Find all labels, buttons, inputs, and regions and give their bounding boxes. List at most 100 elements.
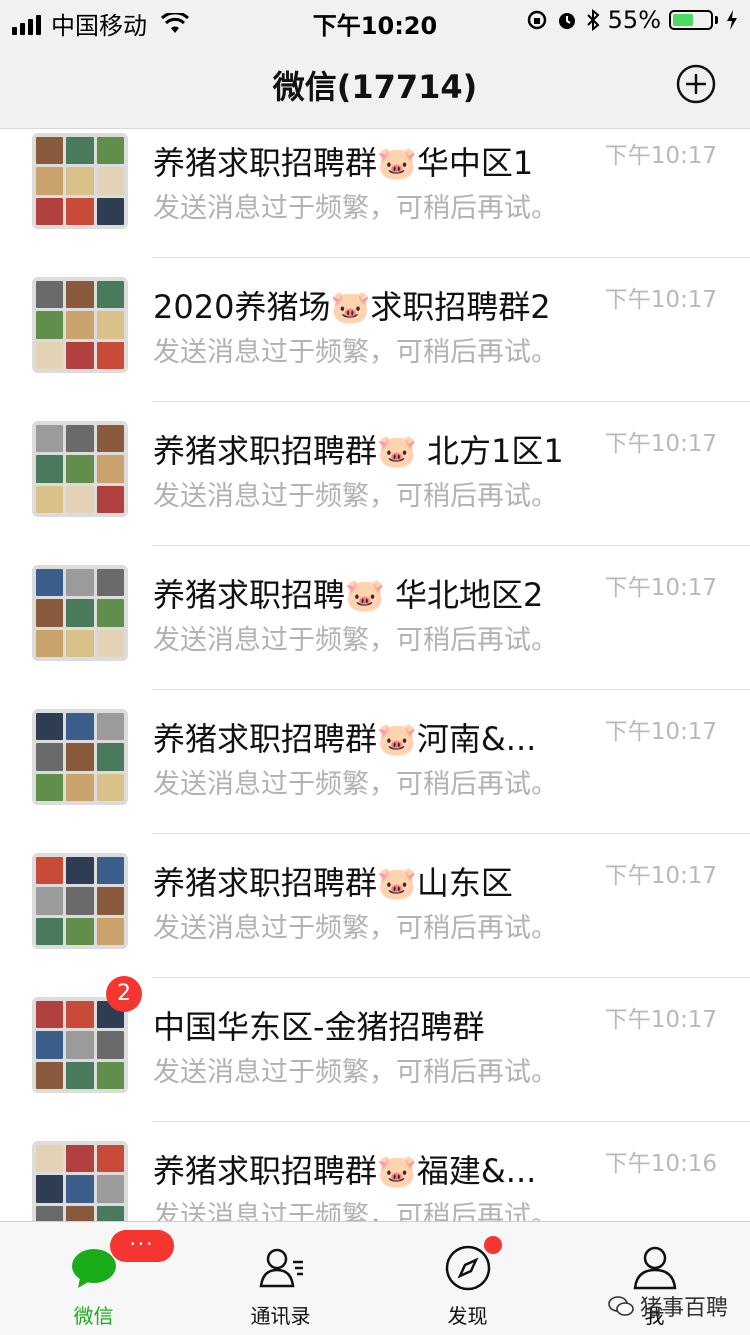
chat-last-message: 发送消息过于频繁，可稍后再试。: [153, 481, 558, 512]
avatar-tile: [36, 1031, 64, 1059]
avatar-tile: [66, 485, 94, 513]
chat-list-item[interactable]: 养猪求职招聘群🐷 北方1区1 发送消息过于频繁，可稍后再试。 下午10:17: [0, 402, 750, 546]
avatar-tile: [66, 887, 94, 915]
avatar-tile: [36, 341, 64, 369]
avatar-tile: [66, 713, 94, 741]
group-avatar: [32, 853, 128, 949]
avatar-tile: [36, 311, 64, 339]
chat-time: 下午10:17: [604, 287, 717, 313]
avatar-tile: [66, 455, 94, 483]
chat-last-message: 发送消息过于频繁，可稍后再试。: [153, 913, 558, 944]
chat-last-message: 发送消息过于频繁，可稍后再试。: [153, 337, 558, 368]
chat-name: 养猪求职招聘群🐷河南&...: [153, 720, 537, 758]
plus-circle-icon[interactable]: [676, 64, 716, 104]
group-avatar: [32, 421, 128, 517]
tab-discover[interactable]: 发现: [374, 1222, 561, 1335]
chat-last-message: 发送消息过于频繁，可稍后再试。: [153, 625, 558, 656]
avatar-tile: [96, 341, 124, 369]
avatar-tile: [36, 1145, 64, 1173]
chat-time: 下午10:17: [604, 719, 717, 745]
avatar-tile: [36, 917, 64, 945]
avatar-tile: [66, 1061, 94, 1089]
chat-time: 下午10:17: [604, 1007, 717, 1033]
avatar-tile: [66, 197, 94, 225]
chat-name: 养猪求职招聘群🐷 北方1区1: [153, 432, 564, 470]
avatar-tile: [96, 1061, 124, 1089]
chat-list-item[interactable]: 养猪求职招聘群🐷福建&... 发送消息过于频繁，可稍后再试。 下午10:16: [0, 1122, 750, 1221]
chat-list-item[interactable]: 2 中国华东区-金猪招聘群 发送消息过于频繁，可稍后再试。 下午10:17: [0, 976, 750, 1122]
avatar-tile: [96, 1031, 124, 1059]
avatar-tile: [96, 281, 124, 309]
avatar-tile: [96, 773, 124, 801]
avatar-tile: [36, 1205, 64, 1221]
avatar-tile: [96, 1145, 124, 1173]
avatar-tile: [36, 887, 64, 915]
watermark-text: 猪事百聘: [639, 1296, 728, 1321]
avatar-tile: [36, 137, 64, 165]
battery-icon: [669, 10, 713, 30]
status-right: 55%: [526, 6, 738, 34]
avatar-tile: [36, 1175, 64, 1203]
avatar-tile: [66, 917, 94, 945]
avatar-tile: [66, 167, 94, 195]
chat-time: 下午10:17: [604, 431, 717, 457]
chat-list[interactable]: 养猪求职招聘群🐷华中区1 发送消息过于频繁，可稍后再试。 下午10:17 2020养猪…: [0, 129, 750, 1221]
avatar-tile: [36, 167, 64, 195]
battery-tip: [715, 16, 718, 24]
avatar-tile: [36, 857, 64, 885]
avatar-tile: [96, 137, 124, 165]
chat-list-item[interactable]: 养猪求职招聘群🐷山东区 发送消息过于频繁，可稍后再试。 下午10:17: [0, 834, 750, 978]
chat-list-item[interactable]: 养猪求职招聘群🐷华中区1 发送消息过于频繁，可稍后再试。 下午10:17: [0, 129, 750, 258]
tab-label: 发现: [447, 1304, 488, 1328]
chat-time: 下午10:16: [604, 1151, 717, 1177]
avatar-tile: [66, 1145, 94, 1173]
avatar-tile: [36, 425, 64, 453]
avatar-tile: [96, 569, 124, 597]
avatar-tile: [96, 887, 124, 915]
avatar-tile: [66, 773, 94, 801]
battery-percent: 55%: [607, 6, 661, 34]
chat-list-item[interactable]: 2020养猪场🐷求职招聘群2 发送消息过于频繁，可稍后再试。 下午10:17: [0, 258, 750, 402]
avatar-tile: [66, 743, 94, 771]
avatar-tile: [96, 599, 124, 627]
person-icon: [633, 1246, 676, 1290]
avatar-tile: [96, 425, 124, 453]
group-avatar: [32, 133, 128, 229]
avatar-tile: [66, 599, 94, 627]
contacts-icon: [259, 1248, 303, 1288]
chat-list-item[interactable]: 养猪求职招聘群🐷河南&... 发送消息过于频繁，可稍后再试。 下午10:17: [0, 690, 750, 834]
chat-list-item[interactable]: 养猪求职招聘🐷 华北地区2 发送消息过于频繁，可稍后再试。 下午10:17: [0, 546, 750, 690]
avatar-tile: [36, 1061, 64, 1089]
chat-last-message: 发送消息过于频繁，可稍后再试。: [153, 769, 558, 800]
chat-last-message: 发送消息过于频繁，可稍后再试。: [153, 193, 558, 224]
avatar-tile: [36, 773, 64, 801]
chat-name: 养猪求职招聘群🐷福建&...: [153, 1152, 537, 1190]
chat-name: 中国华东区-金猪招聘群: [153, 1008, 485, 1046]
tab-contacts[interactable]: 通讯录: [187, 1222, 374, 1335]
group-avatar: [32, 997, 128, 1093]
avatar-tile: [96, 197, 124, 225]
tab-label: 微信: [73, 1304, 114, 1328]
avatar-tile: [36, 713, 64, 741]
avatar-tile: [96, 311, 124, 339]
avatar-tile: [36, 1001, 64, 1029]
avatar-tile: [36, 197, 64, 225]
page-title: 微信(17714): [272, 68, 478, 106]
status-bar: 中国移动 下午10:20 55%: [0, 0, 750, 40]
chat-name: 养猪求职招聘群🐷山东区: [153, 864, 513, 902]
tab-label: 通讯录: [250, 1304, 311, 1328]
tab-badge: ···: [110, 1230, 174, 1262]
avatar-tile: [96, 713, 124, 741]
group-avatar: [32, 565, 128, 661]
avatar-tile: [66, 137, 94, 165]
avatar-tile: [36, 281, 64, 309]
bluetooth-icon: [586, 9, 600, 31]
chat-last-message: 发送消息过于频繁，可稍后再试。: [153, 1057, 558, 1088]
avatar-tile: [96, 1205, 124, 1221]
avatar-tile: [36, 569, 64, 597]
avatar-tile: [66, 425, 94, 453]
chat-time: 下午10:17: [604, 143, 717, 169]
avatar-tile: [36, 629, 64, 657]
chat-name: 养猪求职招聘群🐷华中区1: [153, 144, 534, 182]
avatar-tile: [66, 857, 94, 885]
